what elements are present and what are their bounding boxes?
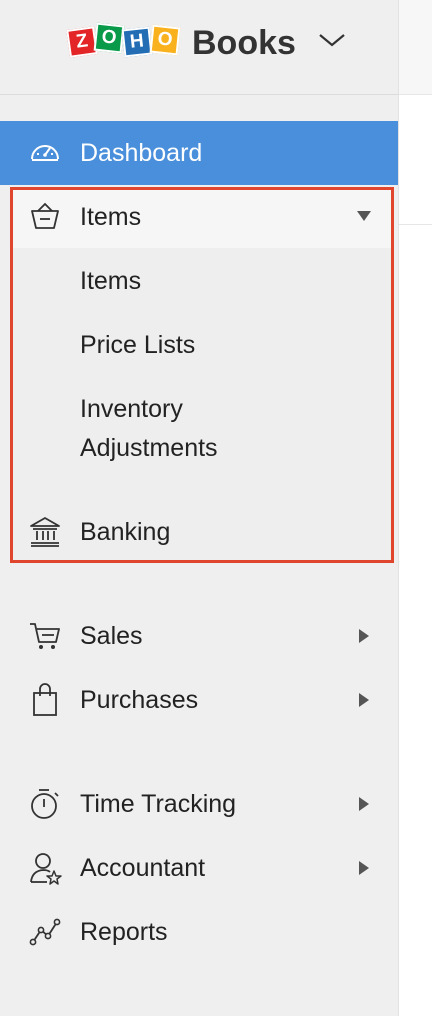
sidebar-item-dashboard[interactable]: Dashboard xyxy=(0,121,398,185)
sidebar-item-label: Purchases xyxy=(80,685,199,714)
sidebar-item-time-tracking[interactable]: Time Tracking xyxy=(0,772,398,836)
sidebar-item-label: Sales xyxy=(80,621,143,650)
sidebar-subitem-inventory-line2[interactable]: Adjustments xyxy=(80,428,218,468)
content-pane xyxy=(399,0,432,1016)
reports-chart-icon xyxy=(29,918,61,946)
sidebar-item-label: Time Tracking xyxy=(80,789,237,818)
dashboard-gauge-icon xyxy=(31,145,59,161)
sidebar-item-label: Dashboard xyxy=(80,138,203,167)
caret-right-icon xyxy=(359,797,369,811)
logo-tile-o2: O xyxy=(149,24,181,56)
sidebar-subitem-inventory-line1[interactable]: Inventory xyxy=(80,389,183,429)
sidebar-item-accountant[interactable]: Accountant xyxy=(0,836,398,900)
shopping-cart-icon xyxy=(30,623,60,649)
accountant-user-star-icon xyxy=(30,853,62,885)
product-name: Books xyxy=(192,24,296,62)
content-divider xyxy=(399,224,432,225)
sidebar-item-items[interactable]: Items xyxy=(0,187,398,247)
caret-right-icon xyxy=(359,629,369,643)
stopwatch-icon xyxy=(31,789,59,819)
caret-down-icon xyxy=(357,211,371,221)
sidebar-subitem-items[interactable]: Items xyxy=(80,261,141,301)
brand-header: Z O H O Books xyxy=(0,0,398,95)
chevron-down-icon[interactable] xyxy=(318,32,346,48)
bank-icon xyxy=(30,517,60,547)
sidebar-item-label: Reports xyxy=(80,917,168,946)
caret-right-icon xyxy=(359,861,369,875)
content-header xyxy=(399,0,432,95)
sidebar-item-label: Accountant xyxy=(80,853,206,882)
sidebar-item-banking[interactable]: Banking xyxy=(0,500,398,564)
sidebar-item-purchases[interactable]: Purchases xyxy=(0,668,398,732)
sidebar-item-label: Items xyxy=(80,202,142,231)
sidebar-item-reports[interactable]: Reports xyxy=(0,900,398,964)
logo-tile-o1: O xyxy=(93,22,125,54)
basket-icon xyxy=(31,202,59,229)
shopping-bag-icon xyxy=(33,683,57,716)
sidebar-item-label: Banking xyxy=(80,517,171,546)
logo-tile-h: H xyxy=(121,26,153,58)
sidebar: Z O H O Books Dashboard Items Items Pric… xyxy=(0,0,399,1016)
sidebar-item-sales[interactable]: Sales xyxy=(0,604,398,668)
sidebar-subitem-price-lists[interactable]: Price Lists xyxy=(80,325,195,365)
caret-right-icon xyxy=(359,693,369,707)
logo-tile-z: Z xyxy=(66,26,98,58)
